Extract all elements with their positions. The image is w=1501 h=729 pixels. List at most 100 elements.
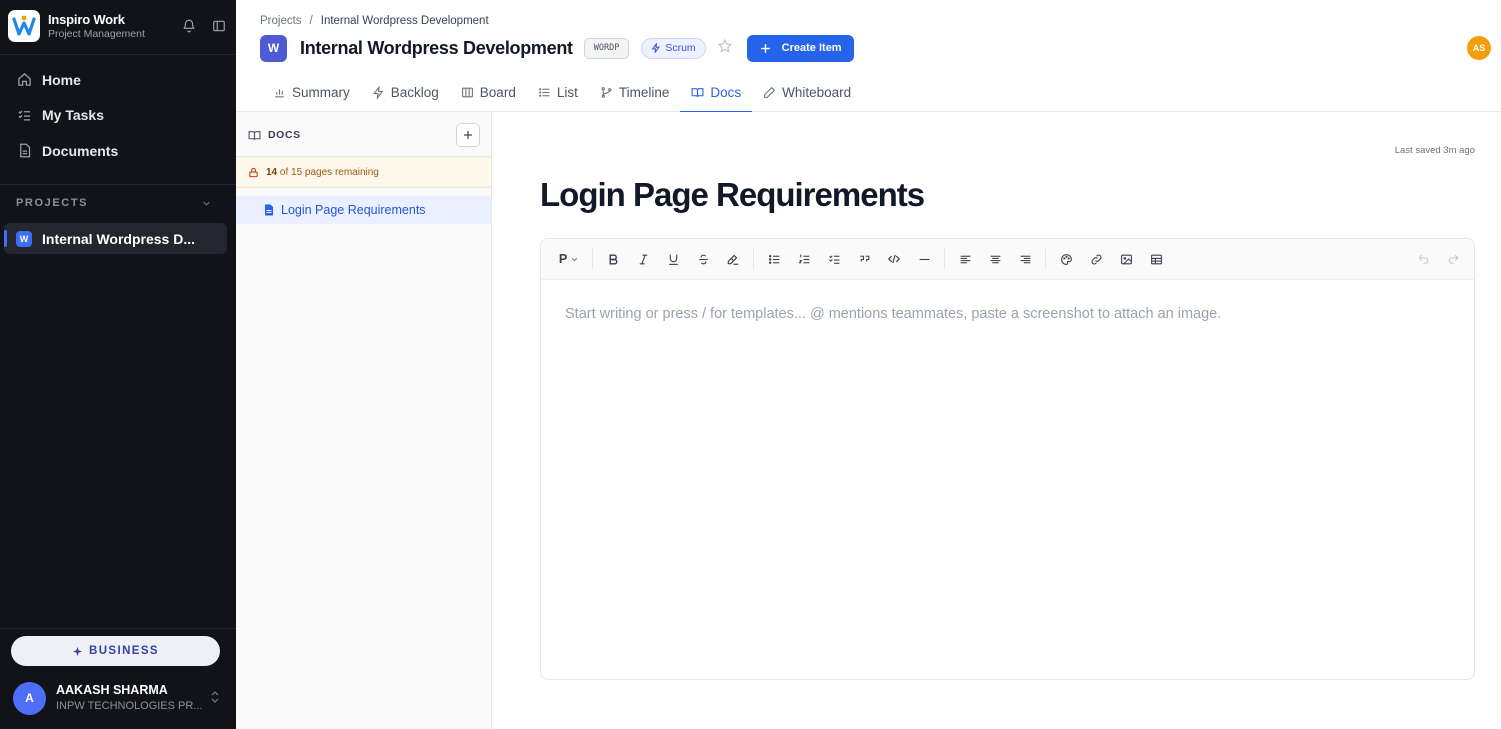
create-item-label: Create Item <box>781 42 842 54</box>
plus-icon <box>760 43 770 53</box>
sidebar: Inspiro Work Project Management Home My … <box>0 0 236 729</box>
strikethrough-icon[interactable] <box>688 245 718 273</box>
tab-list[interactable]: List <box>527 72 589 112</box>
tab-summary[interactable]: Summary <box>262 72 361 112</box>
palette-icon[interactable] <box>1051 245 1081 273</box>
sidebar-item-documents[interactable]: Documents <box>6 133 230 169</box>
sidebar-project-internal-wordpress[interactable]: W Internal Wordpress D... <box>4 223 227 254</box>
editor-toolbar: P <box>541 239 1474 280</box>
projects-label: PROJECTS <box>16 197 89 209</box>
tab-label: List <box>556 84 578 100</box>
editor-content-placeholder[interactable]: Start writing or press / for templates..… <box>565 306 1221 322</box>
project-header: Projects / Internal Wordpress Developmen… <box>236 0 1501 113</box>
italic-icon[interactable] <box>628 245 658 273</box>
business-plan-button[interactable]: BUSINESS <box>11 636 220 666</box>
doc-title[interactable]: Login Page Requirements <box>540 176 925 214</box>
list-icon <box>538 87 550 97</box>
align-right-icon[interactable] <box>1010 245 1040 273</box>
undo-icon[interactable] <box>1408 245 1438 273</box>
bullet-list-icon[interactable] <box>759 245 789 273</box>
sidebar-nav: Home My Tasks Documents <box>6 62 230 169</box>
breadcrumb-separator: / <box>309 15 313 27</box>
sidebar-toggle-icon[interactable] <box>210 17 228 35</box>
chevron-updown-icon <box>211 691 219 703</box>
toolbar-separator <box>1045 249 1046 269</box>
tab-docs[interactable]: Docs <box>680 72 752 113</box>
align-center-icon[interactable] <box>980 245 1010 273</box>
user-name: AAKASH SHARMA <box>56 682 168 697</box>
project-tabs: Summary Backlog Board List Timeline Docs… <box>262 72 862 113</box>
method-label: Scrum <box>665 42 696 54</box>
lock-icon <box>249 167 258 177</box>
avatar: A <box>13 681 46 715</box>
horizontal-rule-icon[interactable] <box>909 245 939 273</box>
highlight-icon[interactable] <box>718 245 748 273</box>
chevron-down-icon <box>203 201 210 206</box>
doc-item-login-page-requirements[interactable]: Login Page Requirements <box>236 196 491 224</box>
task-list-icon[interactable] <box>819 245 849 273</box>
brand[interactable]: Inspiro Work Project Management <box>8 8 228 44</box>
sidebar-divider <box>0 628 236 629</box>
tab-whiteboard[interactable]: Whiteboard <box>752 72 862 112</box>
sidebar-item-home[interactable]: Home <box>6 62 230 98</box>
underline-icon[interactable] <box>658 245 688 273</box>
table-icon[interactable] <box>1141 245 1171 273</box>
tab-label: Board <box>479 84 516 100</box>
branch-icon <box>601 86 612 98</box>
tab-label: Docs <box>710 84 742 100</box>
checklist-icon <box>18 110 31 121</box>
current-user-avatar[interactable]: AS <box>1467 36 1491 60</box>
breadcrumb-projects[interactable]: Projects <box>260 15 302 27</box>
document-icon <box>20 143 31 158</box>
redo-icon[interactable] <box>1438 245 1468 273</box>
toolbar-separator <box>592 249 593 269</box>
align-left-icon[interactable] <box>950 245 980 273</box>
bolt-icon <box>651 43 661 53</box>
projects-section-header[interactable]: PROJECTS <box>16 197 212 209</box>
project-badge: W <box>16 230 32 247</box>
tab-label: Timeline <box>618 84 670 100</box>
user-menu[interactable]: A AAKASH SHARMA INPW TECHNOLOGIES PR... <box>13 681 225 715</box>
last-saved-status: Last saved 3m ago <box>1394 145 1475 156</box>
app-subtitle: Project Management <box>48 27 145 40</box>
book-icon <box>248 130 261 140</box>
toolbar-separator <box>753 249 754 269</box>
app-logo <box>8 10 40 42</box>
project-key-badge: WORDP <box>583 37 630 59</box>
quote-icon[interactable] <box>849 245 879 273</box>
link-icon[interactable] <box>1081 245 1111 273</box>
user-org: INPW TECHNOLOGIES PR... <box>56 700 203 713</box>
image-icon[interactable] <box>1111 245 1141 273</box>
bell-icon[interactable] <box>180 17 198 35</box>
app-title: Inspiro Work <box>48 11 125 27</box>
sidebar-item-label: Home <box>42 71 81 88</box>
sparkle-icon <box>72 646 83 656</box>
numbered-list-icon[interactable] <box>789 245 819 273</box>
board-icon <box>461 87 473 97</box>
create-item-button[interactable]: Create Item <box>746 34 854 62</box>
code-icon[interactable] <box>879 245 909 273</box>
active-indicator <box>4 230 7 247</box>
chevron-down-icon <box>572 257 578 261</box>
paragraph-style-value: P <box>558 252 568 266</box>
tab-timeline[interactable]: Timeline <box>589 72 681 112</box>
docs-header: DOCS <box>248 123 480 147</box>
title-row: W Internal Wordpress Development WORDP S… <box>260 34 854 62</box>
add-doc-button[interactable] <box>456 123 480 147</box>
docs-panel: DOCS 14 of 15 pages remaining Login Page… <box>236 112 492 729</box>
business-plan-label: BUSINESS <box>89 645 159 657</box>
tab-label: Summary <box>292 84 350 100</box>
sidebar-divider <box>0 184 236 185</box>
paragraph-style-dropdown[interactable]: P <box>551 245 587 273</box>
bold-icon[interactable] <box>598 245 628 273</box>
toolbar-separator <box>944 249 945 269</box>
tab-label: Whiteboard <box>782 84 852 100</box>
sidebar-item-my-tasks[interactable]: My Tasks <box>6 98 230 134</box>
tab-board[interactable]: Board <box>450 72 527 112</box>
project-label: Internal Wordpress D... <box>42 230 195 247</box>
quota-used: 14 <box>266 166 278 178</box>
star-icon[interactable] <box>717 38 733 59</box>
sidebar-divider <box>0 54 236 55</box>
tab-backlog[interactable]: Backlog <box>361 72 450 112</box>
plus-icon <box>464 131 472 139</box>
